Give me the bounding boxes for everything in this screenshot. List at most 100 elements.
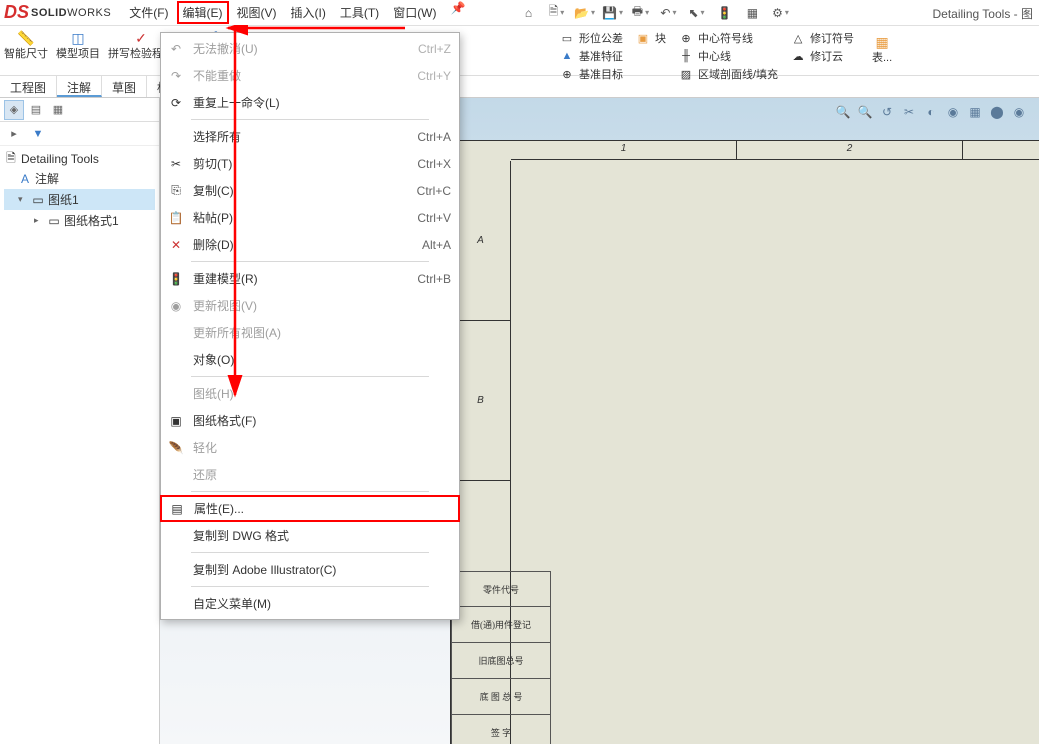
- select-button[interactable]: ⬉: [683, 2, 709, 24]
- centerline-button[interactable]: ╫中心线: [678, 48, 778, 64]
- logo-text-bold: SOLID: [31, 7, 67, 19]
- tb-part-label: 零件代号: [451, 571, 551, 607]
- tree-annotations[interactable]: A注解: [4, 168, 155, 189]
- menu-separator: [191, 261, 429, 262]
- datum-feature-button[interactable]: ▲基准特征: [559, 48, 623, 64]
- menu-view[interactable]: 视图(V): [231, 1, 283, 24]
- sheet-format-icon: ▣: [165, 410, 187, 432]
- tree-sheet1[interactable]: ▾▭图纸1: [4, 189, 155, 210]
- sheet-ruler-top: 1 2 3: [511, 140, 1039, 160]
- rev-cloud-button[interactable]: ☁修订云: [790, 48, 854, 64]
- tb-oldnum-label: 旧底图总号: [451, 643, 551, 679]
- ruler-col-1: 1: [511, 140, 737, 159]
- tab-drawing[interactable]: 工程图: [0, 76, 57, 97]
- menu-window[interactable]: 窗口(W): [387, 1, 442, 24]
- traffic-light-icon[interactable]: 🚦: [711, 2, 737, 24]
- command-tabs: 工程图 注解 草图 标注: [0, 76, 1039, 98]
- view4-icon[interactable]: ⬤: [987, 102, 1007, 122]
- menu-copy-ai[interactable]: 复制到 Adobe Illustrator(C): [161, 556, 459, 583]
- filter-icon[interactable]: ▼: [28, 124, 48, 144]
- menu-update-view: ◉更新视图(V): [161, 292, 459, 319]
- drawing-sheet[interactable]: 1 2 3 A B KST 鑫辰科技 KINGSTAR 零件代号: [450, 140, 1039, 744]
- menu-sheet-format[interactable]: ▣图纸格式(F): [161, 407, 459, 434]
- properties-icon: ▤: [166, 498, 188, 520]
- print-button[interactable]: 🖶: [627, 2, 653, 24]
- menu-rebuild[interactable]: 🚦重建模型(R)Ctrl+B: [161, 265, 459, 292]
- expand-icon[interactable]: ▸: [4, 124, 24, 144]
- zoom-prev-icon[interactable]: ↺: [877, 102, 897, 122]
- undo-button[interactable]: ↶: [655, 2, 681, 24]
- menu-separator: [191, 491, 429, 492]
- new-button[interactable]: 🗎: [543, 2, 569, 24]
- filter-row: ▸ ▼: [0, 122, 159, 146]
- menu-paste[interactable]: 📋粘帖(P)Ctrl+V: [161, 204, 459, 231]
- menu-edit[interactable]: 编辑(E): [177, 1, 229, 24]
- menu-copy[interactable]: ⎘复制(C)Ctrl+C: [161, 177, 459, 204]
- menubar: DS SOLIDWORKS 文件(F) 编辑(E) 视图(V) 插入(I) 工具…: [0, 0, 1039, 26]
- home-button[interactable]: ⌂: [515, 2, 541, 24]
- annotation-tools: ▭形位公差 ▲基准特征 ⊕基准目标 ▣块 ⊕中心符号线 ╫中心线 ▨区域剖面线/…: [551, 26, 906, 75]
- menu-items: 文件(F) 编辑(E) 视图(V) 插入(I) 工具(T) 窗口(W) 📌: [123, 1, 465, 24]
- redo-icon: ↷: [165, 65, 187, 87]
- menu-select-all[interactable]: 选择所有Ctrl+A: [161, 123, 459, 150]
- quick-access-toolbar: ⌂ 🗎 📂 💾 🖶 ↶ ⬉ 🚦 ▦ ⚙: [515, 2, 793, 24]
- menu-copy-dwg[interactable]: 复制到 DWG 格式: [161, 522, 459, 549]
- menu-repeat[interactable]: ⟳重复上一命令(L): [161, 89, 459, 116]
- menu-insert[interactable]: 插入(I): [285, 1, 332, 24]
- menu-undo: ↶无法撤消(U)Ctrl+Z: [161, 35, 459, 62]
- menu-restore: 还原: [161, 461, 459, 488]
- tab-annotate[interactable]: 注解: [57, 76, 102, 97]
- app-logo: DS SOLIDWORKS: [4, 2, 111, 23]
- menu-customize[interactable]: 自定义菜单(M): [161, 590, 459, 617]
- layout-button[interactable]: ▦: [739, 2, 765, 24]
- menu-delete[interactable]: ✕删除(D)Alt+A: [161, 231, 459, 258]
- window-title: Detailing Tools - 图: [933, 5, 1034, 22]
- center-mark-button[interactable]: ⊕中心符号线: [678, 30, 778, 46]
- copy-icon: ⎘: [165, 180, 187, 202]
- config-manager-tab[interactable]: ▦: [48, 100, 68, 120]
- model-items-button[interactable]: ◫模型项目: [52, 26, 104, 75]
- menu-separator: [191, 376, 429, 377]
- geom-tol-button[interactable]: ▭形位公差: [559, 30, 623, 46]
- feature-tree: 🗎Detailing Tools A注解 ▾▭图纸1 ▸▭图纸格式1: [0, 146, 159, 235]
- tree-root[interactable]: 🗎Detailing Tools: [4, 150, 155, 168]
- area-hatch-button[interactable]: ▨区域剖面线/填充: [678, 66, 778, 82]
- open-button[interactable]: 📂: [571, 2, 597, 24]
- section-icon[interactable]: ✂: [899, 102, 919, 122]
- menu-lightweight: 🪶轻化: [161, 434, 459, 461]
- view2-icon[interactable]: ◉: [943, 102, 963, 122]
- rebuild-icon: 🚦: [165, 268, 187, 290]
- edit-menu-dropdown: ↶无法撤消(U)Ctrl+Z ↷不能重做Ctrl+Y ⟳重复上一命令(L) 选择…: [160, 32, 460, 620]
- menu-drawing-sheet: 图纸(H): [161, 380, 459, 407]
- save-button[interactable]: 💾: [599, 2, 625, 24]
- menu-tools[interactable]: 工具(T): [334, 1, 385, 24]
- ruler-col-3: 3: [963, 140, 1039, 159]
- repeat-icon: ⟳: [165, 92, 187, 114]
- view5-icon[interactable]: ◉: [1009, 102, 1029, 122]
- view3-icon[interactable]: ▦: [965, 102, 985, 122]
- menu-cut[interactable]: ✂剪切(T)Ctrl+X: [161, 150, 459, 177]
- datum-target-button[interactable]: ⊕基准目标: [559, 66, 623, 82]
- view1-icon[interactable]: ◐: [921, 102, 941, 122]
- tree-format1[interactable]: ▸▭图纸格式1: [4, 210, 155, 231]
- menu-file[interactable]: 文件(F): [123, 1, 174, 24]
- settings-button[interactable]: ⚙: [767, 2, 793, 24]
- tb-sign-label: 签 字: [451, 715, 551, 744]
- property-manager-tab[interactable]: ▤: [26, 100, 46, 120]
- paste-icon: 📋: [165, 207, 187, 229]
- rev-symbol-button[interactable]: △修订符号: [790, 30, 854, 46]
- menu-object[interactable]: 对象(O): [161, 346, 459, 373]
- zoom-area-icon[interactable]: 🔍: [855, 102, 875, 122]
- feature-manager-tab[interactable]: ◈: [4, 100, 24, 120]
- tb-borrow-label: 借(通)用件登记: [451, 607, 551, 643]
- menu-redo: ↷不能重做Ctrl+Y: [161, 62, 459, 89]
- delete-icon: ✕: [165, 234, 187, 256]
- pin-icon[interactable]: 📌: [451, 1, 466, 24]
- menu-properties[interactable]: ▤属性(E)...: [160, 495, 460, 522]
- block-button[interactable]: ▣块: [635, 30, 666, 46]
- tables-button[interactable]: ▦表...: [866, 30, 898, 71]
- logo-text-thin: WORKS: [67, 7, 111, 19]
- zoom-fit-icon[interactable]: 🔍: [833, 102, 853, 122]
- tab-sketch[interactable]: 草图: [102, 76, 147, 97]
- smart-dimension-button[interactable]: 📏智能尺寸: [0, 26, 52, 75]
